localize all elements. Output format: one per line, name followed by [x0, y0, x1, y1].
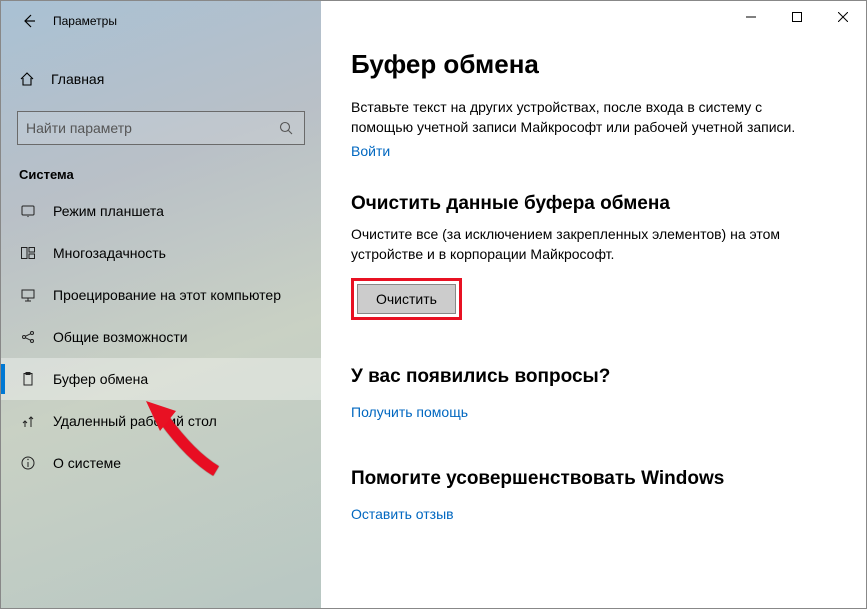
- minimize-button[interactable]: [728, 1, 774, 33]
- sidebar-item-shared[interactable]: Общие возможности: [1, 316, 321, 358]
- clipboard-icon: [19, 370, 37, 388]
- main-content: Буфер обмена Вставьте текст на других ус…: [321, 1, 866, 608]
- questions-heading: У вас появились вопросы?: [351, 366, 836, 388]
- page-title: Буфер обмена: [351, 49, 836, 80]
- arrow-left-icon: [21, 13, 37, 29]
- sidebar-item-tablet-mode[interactable]: Режим планшета: [1, 190, 321, 232]
- clear-desc: Очистите все (за исключением закрепленны…: [351, 225, 821, 264]
- sidebar-item-remote-desktop[interactable]: Удаленный рабочий стол: [1, 400, 321, 442]
- search-icon: [278, 120, 296, 136]
- help-link[interactable]: Получить помощь: [351, 404, 468, 420]
- maximize-button[interactable]: [774, 1, 820, 33]
- feedback-link[interactable]: Оставить отзыв: [351, 506, 454, 522]
- window-title: Параметры: [53, 14, 117, 28]
- sidebar-item-label: Режим планшета: [53, 203, 164, 219]
- sidebar-item-label: Проецирование на этот компьютер: [53, 287, 281, 303]
- tablet-icon: [19, 202, 37, 220]
- clear-heading: Очистить данные буфера обмена: [351, 193, 836, 215]
- sidebar-item-label: О системе: [53, 455, 121, 471]
- project-icon: [19, 286, 37, 304]
- clear-button[interactable]: Очистить: [357, 284, 456, 314]
- sidebar-item-label: Буфер обмена: [53, 371, 148, 387]
- sidebar-item-about[interactable]: О системе: [1, 442, 321, 484]
- sidebar-category: Система: [1, 145, 321, 190]
- close-button[interactable]: [820, 1, 866, 33]
- close-icon: [838, 12, 848, 22]
- search-input[interactable]: [26, 120, 278, 136]
- signin-link[interactable]: Войти: [351, 143, 390, 159]
- back-button[interactable]: [9, 1, 49, 41]
- sidebar-item-projecting[interactable]: Проецирование на этот компьютер: [1, 274, 321, 316]
- home-icon: [19, 71, 35, 87]
- nav-home-label: Главная: [51, 71, 104, 87]
- sidebar-item-label: Общие возможности: [53, 329, 188, 345]
- clear-button-highlight: Очистить: [351, 278, 462, 320]
- info-icon: [19, 454, 37, 472]
- maximize-icon: [792, 12, 802, 22]
- search-input-wrap[interactable]: [17, 111, 305, 145]
- sidebar-item-label: Многозадачность: [53, 245, 166, 261]
- improve-heading: Помогите усовершенствовать Windows: [351, 468, 836, 490]
- minimize-icon: [746, 12, 756, 22]
- shared-icon: [19, 328, 37, 346]
- sidebar-item-label: Удаленный рабочий стол: [53, 413, 217, 429]
- remote-icon: [19, 412, 37, 430]
- nav-home[interactable]: Главная: [1, 59, 321, 99]
- intro-text: Вставьте текст на других устройствах, по…: [351, 98, 821, 137]
- sidebar-item-multitasking[interactable]: Многозадачность: [1, 232, 321, 274]
- sidebar-item-clipboard[interactable]: Буфер обмена: [1, 358, 321, 400]
- multitask-icon: [19, 244, 37, 262]
